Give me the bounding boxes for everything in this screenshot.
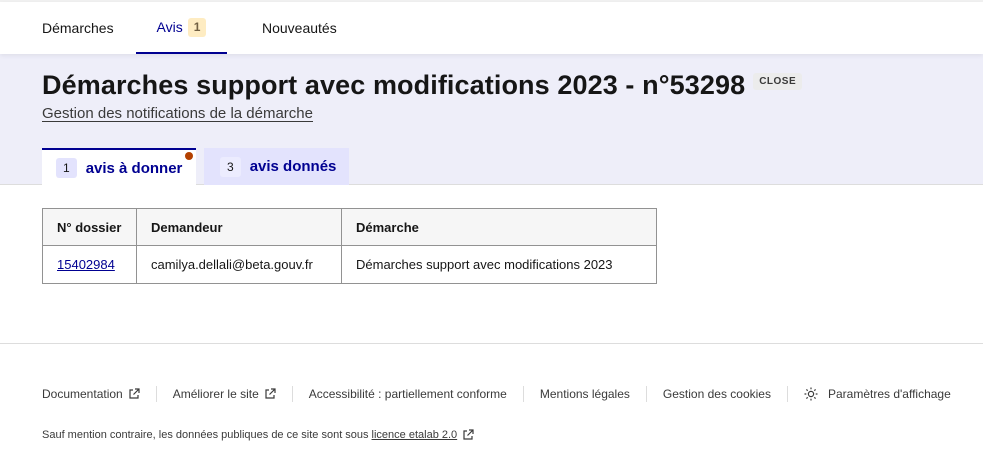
footer-link-label: Mentions légales xyxy=(539,387,630,401)
page-title: Démarches support avec modifications 202… xyxy=(42,70,746,100)
cell-demandeur: camilya.dellali@beta.gouv.fr xyxy=(136,245,342,284)
table-header-row: N° dossier Demandeur Démarche xyxy=(42,208,657,246)
footer-link-label: Accessibilité : partiellement conforme xyxy=(308,387,507,401)
footer-link-display-settings[interactable]: Paramètres d'affichage xyxy=(804,387,951,401)
licence-note-text: Sauf mention contraire, les données publ… xyxy=(42,429,369,441)
footer-separator xyxy=(155,386,157,402)
licence-link[interactable]: licence etalab 2.0 xyxy=(372,429,475,441)
title-row: Démarches support avec modifications 202… xyxy=(42,70,803,101)
avis-count-badge: 1 xyxy=(187,17,207,37)
tab-avis-donnes[interactable]: 3 avis donnés xyxy=(204,148,349,185)
procedure-header: Démarches support avec modifications 202… xyxy=(0,54,983,186)
external-link-icon xyxy=(265,388,276,399)
tab-avis-a-donner[interactable]: 1 avis à donner xyxy=(42,148,196,186)
status-badge: CLOSE xyxy=(753,72,803,90)
footer-link-accessibilite[interactable]: Accessibilité : partiellement conforme xyxy=(309,387,507,401)
footer-licence-note: Sauf mention contraire, les données publ… xyxy=(42,429,474,441)
footer-separator xyxy=(522,386,524,402)
footer-link-label: Gestion des cookies xyxy=(662,387,771,401)
notification-settings-link[interactable]: Gestion des notifications de la démarche xyxy=(42,105,313,122)
footer-link-documentation[interactable]: Documentation xyxy=(42,387,140,401)
external-link-icon xyxy=(463,429,474,440)
footer-link-cookies[interactable]: Gestion des cookies xyxy=(663,387,771,401)
tab-count: 1 xyxy=(56,158,77,178)
footer-separator xyxy=(786,386,788,402)
footer-separator xyxy=(291,386,293,402)
column-header-demandeur: Demandeur xyxy=(136,208,342,246)
cell-dossier: 15402984 xyxy=(42,245,137,284)
nav-tab-demarches[interactable]: Démarches xyxy=(42,2,114,54)
sun-icon xyxy=(804,387,818,401)
external-link-icon xyxy=(129,388,140,399)
footer-link-label: Améliorer le site xyxy=(172,387,259,401)
notification-dot xyxy=(185,152,193,160)
dossier-link[interactable]: 15402984 xyxy=(57,257,115,272)
footer-link-mentions-legales[interactable]: Mentions légales xyxy=(540,387,630,401)
footer-link-label: Documentation xyxy=(42,387,123,401)
tab-count: 3 xyxy=(220,156,241,177)
footer-separator xyxy=(645,386,647,402)
footer-links: Documentation Améliorer le site Accessib… xyxy=(42,386,951,402)
avis-table: N° dossier Demandeur Démarche 15402984 c… xyxy=(42,208,657,284)
tab-label: avis donnés xyxy=(249,158,337,175)
licence-link-label: licence etalab 2.0 xyxy=(371,429,458,441)
column-header-demarche: Démarche xyxy=(341,208,657,246)
cell-demarche: Démarches support avec modifications 202… xyxy=(341,245,657,284)
nav-tab-label: Démarches xyxy=(42,20,114,36)
footer-link-label: Paramètres d'affichage xyxy=(827,387,951,401)
footer-divider xyxy=(0,343,983,344)
main-navigation: Démarches Avis 1 Nouveautés xyxy=(0,2,983,54)
nav-tab-label: Nouveautés xyxy=(262,20,337,36)
nav-tab-label: Avis xyxy=(156,19,183,35)
table-row: 15402984 camilya.dellali@beta.gouv.fr Dé… xyxy=(42,245,657,284)
nav-tab-avis[interactable]: Avis 1 xyxy=(136,2,227,54)
tab-label: avis à donner xyxy=(85,159,183,177)
column-header-dossier: N° dossier xyxy=(42,208,137,246)
footer-link-ameliorer[interactable]: Améliorer le site xyxy=(173,387,276,401)
nav-tab-nouveautes[interactable]: Nouveautés xyxy=(262,2,337,54)
